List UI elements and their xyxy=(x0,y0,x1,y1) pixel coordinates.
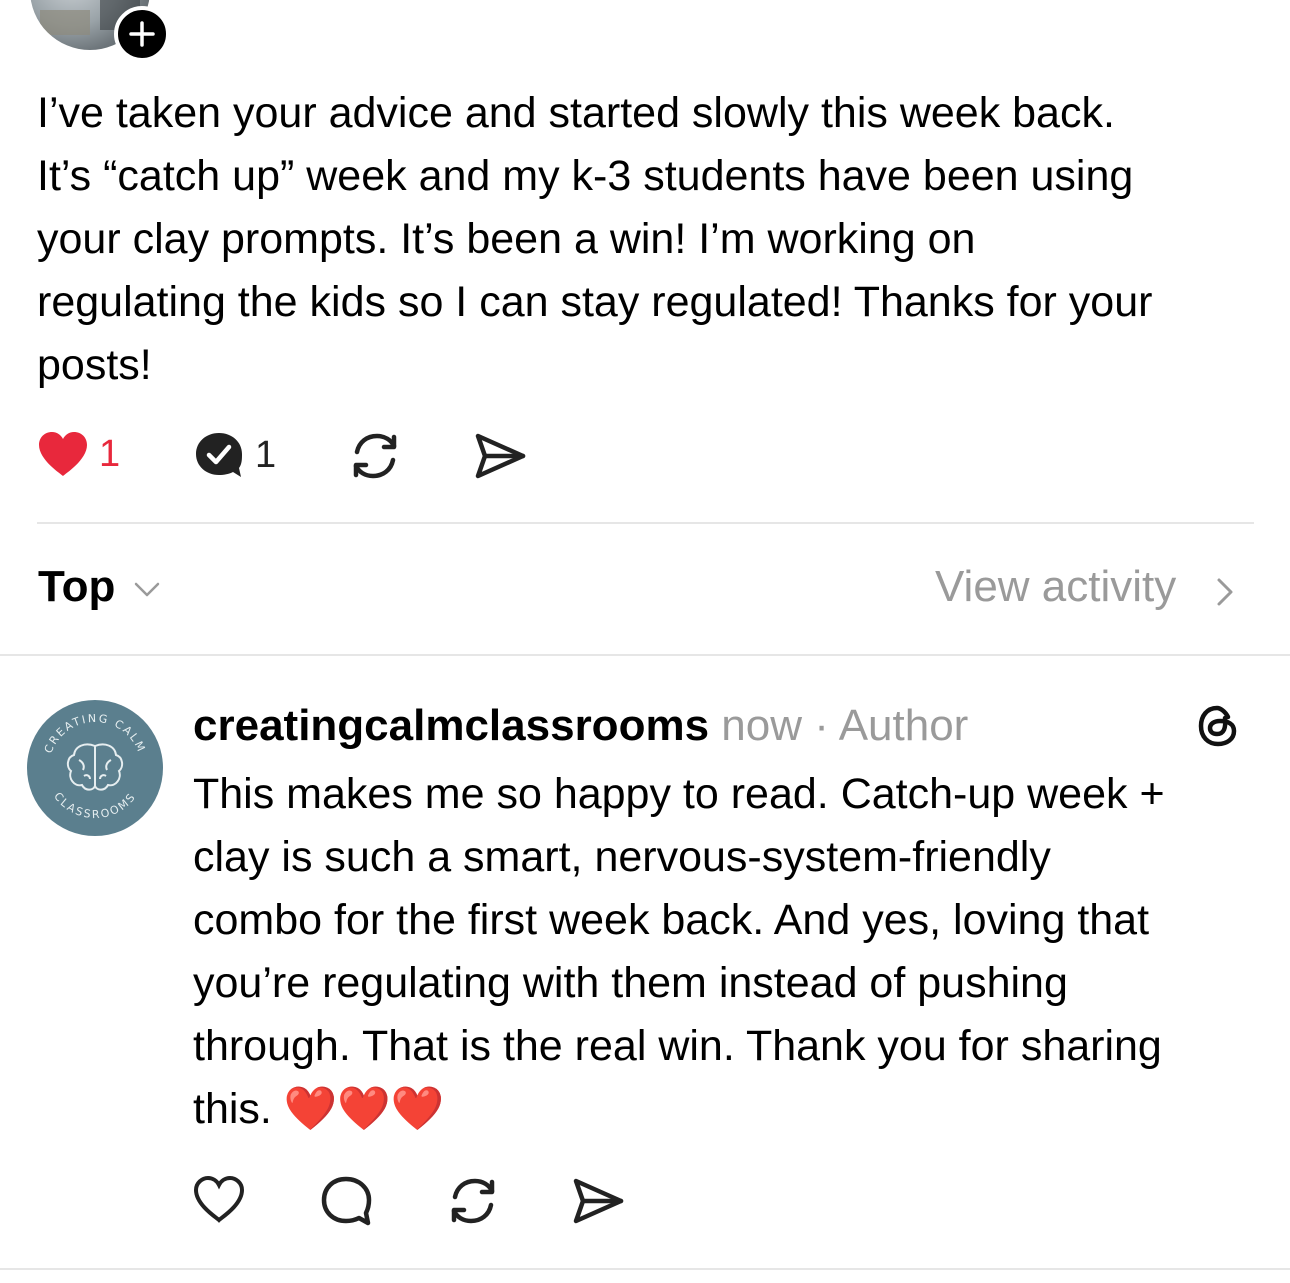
reply-header: creatingcalmclassrooms now · Author xyxy=(193,698,968,754)
divider xyxy=(0,654,1290,656)
sort-dropdown[interactable]: Top xyxy=(38,562,115,612)
reply-button[interactable]: 1 xyxy=(193,430,276,480)
chevron-down-icon[interactable] xyxy=(132,574,162,604)
follow-plus-button[interactable] xyxy=(114,6,170,62)
reply-username[interactable]: creatingcalmclassrooms xyxy=(193,701,709,750)
like-count: 1 xyxy=(99,433,121,475)
send-icon xyxy=(475,433,526,479)
heart-icon xyxy=(39,432,87,476)
heart-outline-icon xyxy=(193,1175,245,1223)
reply-repost-button[interactable] xyxy=(445,1175,501,1227)
reply-text: This makes me so happy to read. Catch-up… xyxy=(193,763,1253,1141)
svg-text:CLASSROOMS: CLASSROOMS xyxy=(51,790,139,821)
share-button[interactable] xyxy=(472,430,528,482)
reply-timestamp: now xyxy=(721,701,802,750)
repost-icon xyxy=(353,433,397,479)
chevron-right-icon[interactable] xyxy=(1212,572,1238,612)
reply-like-button[interactable] xyxy=(193,1175,245,1223)
reply-comment-button[interactable] xyxy=(319,1175,373,1227)
post-text: I’ve taken your advice and started slowl… xyxy=(37,89,1153,389)
reply-count: 1 xyxy=(255,434,277,476)
speech-bubble-icon xyxy=(321,1176,372,1226)
threads-logo-icon[interactable] xyxy=(1195,703,1241,749)
speech-bubble-icon xyxy=(196,433,242,477)
like-button[interactable]: 1 xyxy=(37,430,120,478)
reply-body: This makes me so happy to read. Catch-up… xyxy=(193,770,1165,1133)
reply-share-button[interactable] xyxy=(570,1175,626,1227)
repost-icon xyxy=(451,1178,495,1224)
brain-icon xyxy=(66,743,124,791)
send-icon xyxy=(573,1178,624,1224)
reply-avatar[interactable]: CREATING CALM CLASSROOMS xyxy=(27,700,163,836)
meta-separator: · xyxy=(802,701,839,750)
heart-emoji-icons: ❤️❤️❤️ xyxy=(283,1085,445,1133)
author-badge: Author xyxy=(838,701,969,750)
plus-icon xyxy=(129,21,155,47)
view-activity-link[interactable]: View activity xyxy=(935,562,1176,612)
divider xyxy=(37,522,1254,524)
repost-button[interactable] xyxy=(347,430,403,482)
divider xyxy=(0,1268,1290,1270)
